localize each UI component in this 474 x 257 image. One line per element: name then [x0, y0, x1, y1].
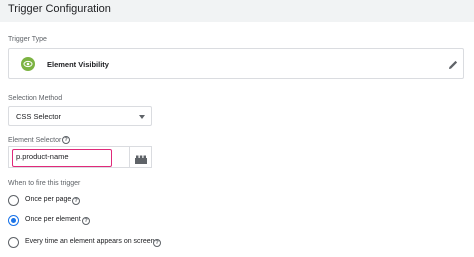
- eye-icon: [21, 57, 35, 71]
- radio-button[interactable]: [8, 237, 19, 248]
- radio-label: Once per page: [25, 196, 72, 203]
- help-icon[interactable]: ?: [62, 136, 70, 144]
- fire-label: When to fire this trigger: [8, 180, 81, 187]
- trigger-type-name: Element Visibility: [47, 60, 109, 69]
- selection-method-value: CSS Selector: [16, 112, 62, 121]
- help-icon[interactable]: ?: [82, 217, 90, 225]
- building-block-icon[interactable]: [134, 152, 148, 170]
- pencil-icon[interactable]: [447, 58, 459, 76]
- element-selector-label: Element Selector: [8, 137, 62, 144]
- element-selector-input[interactable]: p.product-name: [12, 149, 112, 167]
- radio-label: Once per element: [25, 216, 81, 223]
- radio-once-per-element[interactable]: Once per element ?: [8, 215, 108, 227]
- radio-every-time[interactable]: Every time an element appears on screen …: [8, 237, 178, 249]
- radio-button[interactable]: [8, 195, 19, 206]
- chevron-down-icon: [139, 115, 145, 119]
- radio-once-per-page[interactable]: Once per page ?: [8, 195, 108, 207]
- selection-method-label: Selection Method: [8, 95, 63, 102]
- element-selector-container: p.product-name: [8, 146, 152, 168]
- input-divider: [129, 147, 130, 167]
- selection-method-select[interactable]: CSS Selector: [8, 106, 152, 126]
- config-header: Trigger Configuration: [0, 0, 474, 22]
- page-title: Trigger Configuration: [8, 3, 111, 15]
- trigger-type-label: Trigger Type: [8, 36, 47, 43]
- trigger-type-card[interactable]: Element Visibility: [8, 48, 464, 79]
- help-icon[interactable]: ?: [72, 197, 80, 205]
- radio-button[interactable]: [8, 215, 19, 226]
- help-icon[interactable]: ?: [153, 239, 161, 247]
- radio-label: Every time an element appears on screen: [25, 238, 155, 245]
